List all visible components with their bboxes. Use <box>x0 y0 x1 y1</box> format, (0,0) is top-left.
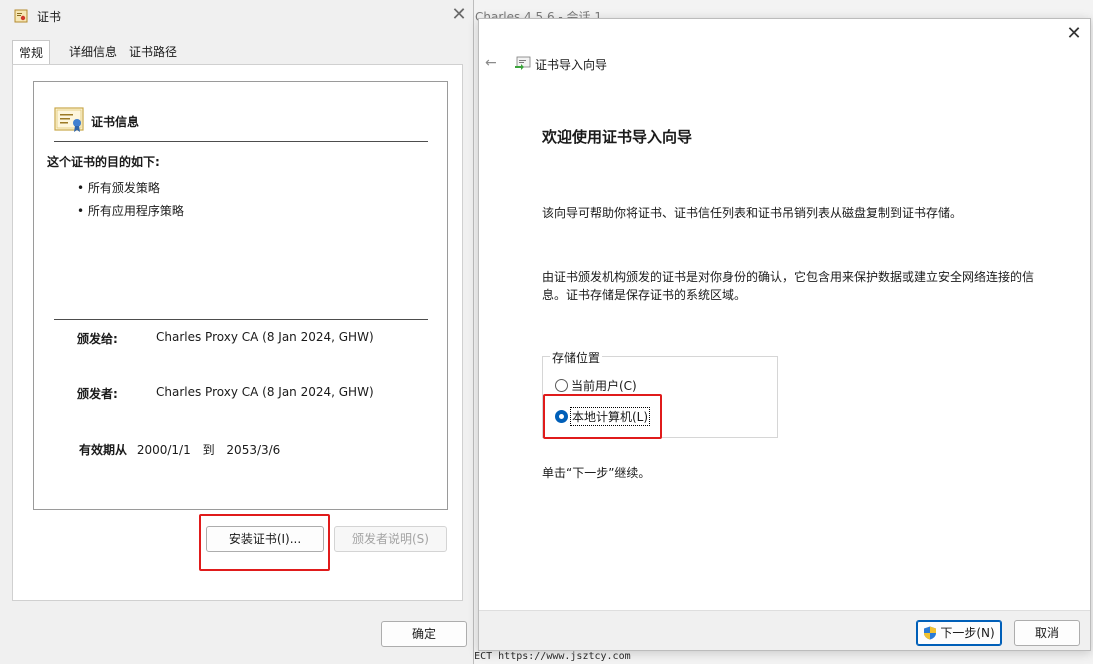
purpose-title: 这个证书的目的如下: <box>47 155 160 169</box>
general-tab-panel: 证书信息 这个证书的目的如下: • 所有颁发策略 • 所有应用程序策略 颁发给:… <box>12 64 463 601</box>
wizard-description: 该向导可帮助你将证书、证书信任列表和证书吊销列表从磁盘复制到证书存储。 <box>542 206 963 220</box>
dialog-title: 证书 <box>37 10 62 24</box>
ok-button[interactable]: 确定 <box>381 621 467 647</box>
continue-hint: 单击“下一步”继续。 <box>542 466 651 480</box>
wizard-footer: 下一步(N) 取消 <box>479 610 1090 650</box>
tab-general[interactable]: 常规 <box>12 40 51 66</box>
tab-details[interactable]: 详细信息 <box>63 40 123 65</box>
certificate-import-wizard: ✕ ← 证书导入向导 欢迎使用证书导入向导 该向导可帮助你将证书、证书信任列表和… <box>478 18 1091 651</box>
divider <box>54 319 428 320</box>
tab-certification-path[interactable]: 证书路径 <box>123 40 183 65</box>
divider <box>54 141 428 142</box>
certificate-info-box: 证书信息 这个证书的目的如下: • 所有颁发策略 • 所有应用程序策略 颁发给:… <box>33 81 448 510</box>
issued-by-value: Charles Proxy CA (8 Jan 2024, GHW) <box>156 385 374 399</box>
valid-to-label: 到 <box>202 443 215 457</box>
store-location-group: 存储位置 当前用户(C) 本地计算机(L) <box>542 349 778 438</box>
store-location-legend: 存储位置 <box>550 349 603 366</box>
radio-label: 本地计算机(L) <box>569 407 651 426</box>
certificate-icon <box>54 107 84 132</box>
purpose-item: • 所有应用程序策略 <box>77 204 184 218</box>
validity-period: 有效期从 2000/1/1 到 2053/3/6 <box>79 441 280 458</box>
next-button-label: 下一步(N) <box>940 626 995 640</box>
issued-to-label: 颁发给: <box>77 332 118 346</box>
radio-local-machine[interactable]: 本地计算机(L) <box>555 407 651 426</box>
purpose-item: • 所有颁发策略 <box>77 181 160 195</box>
issued-to-value: Charles Proxy CA (8 Jan 2024, GHW) <box>156 330 374 344</box>
back-arrow-icon[interactable]: ← <box>485 55 497 71</box>
valid-from: 2000/1/1 <box>136 443 191 457</box>
radio-current-user[interactable]: 当前用户(C) <box>555 377 637 394</box>
wizard-description: 由证书颁发机构颁发的证书是对你身份的确认，它包含用来保护数据或建立安全网络连接的… <box>542 270 1035 302</box>
certificate-dialog: 证书 ✕ 常规 详细信息 证书路径 证书信息 这个证书的目的如下: • 所有颁发… <box>0 0 474 664</box>
certificate-icon <box>14 9 28 23</box>
cancel-button[interactable]: 取消 <box>1014 620 1080 646</box>
validity-label: 有效期从 <box>79 443 128 457</box>
uac-shield-icon <box>924 626 937 640</box>
info-heading: 证书信息 <box>91 115 140 129</box>
radio-label: 当前用户(C) <box>571 379 637 393</box>
close-button[interactable]: ✕ <box>449 5 469 25</box>
issued-by-label: 颁发者: <box>77 387 118 401</box>
next-button[interactable]: 下一步(N) <box>916 620 1002 646</box>
install-certificate-button[interactable]: 安装证书(I)... <box>206 526 324 552</box>
radio-button[interactable] <box>555 410 568 423</box>
valid-to: 2053/3/6 <box>226 443 281 457</box>
radio-button[interactable] <box>555 379 568 392</box>
wizard-title: 证书导入向导 <box>535 58 608 72</box>
certificate-import-icon <box>515 56 531 70</box>
background-status-text: CONNECT https://www.jsztcy.com <box>450 651 631 662</box>
close-button[interactable]: ✕ <box>1064 24 1084 44</box>
wizard-heading: 欢迎使用证书导入向导 <box>542 128 693 146</box>
issuer-statement-button[interactable]: 颁发者说明(S) <box>334 526 447 552</box>
